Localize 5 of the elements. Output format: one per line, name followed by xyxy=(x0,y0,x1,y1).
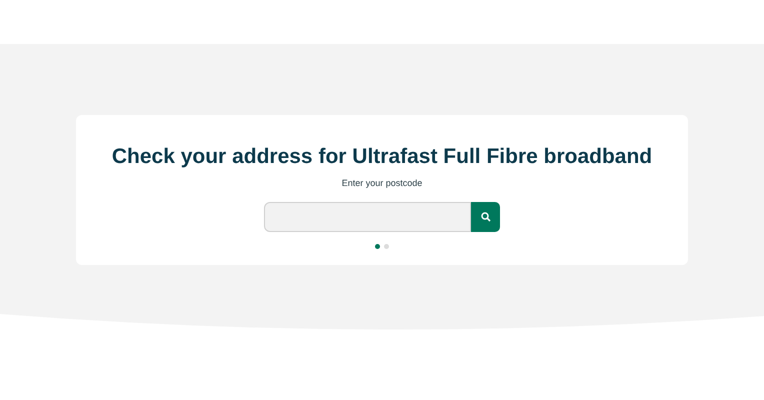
heading: Check your address for Ultrafast Full Fibre broadband xyxy=(112,144,652,170)
search-icon xyxy=(480,212,490,222)
search-button[interactable] xyxy=(471,202,500,232)
postcode-field[interactable] xyxy=(264,202,471,232)
field-label: Enter your postcode xyxy=(342,177,422,190)
